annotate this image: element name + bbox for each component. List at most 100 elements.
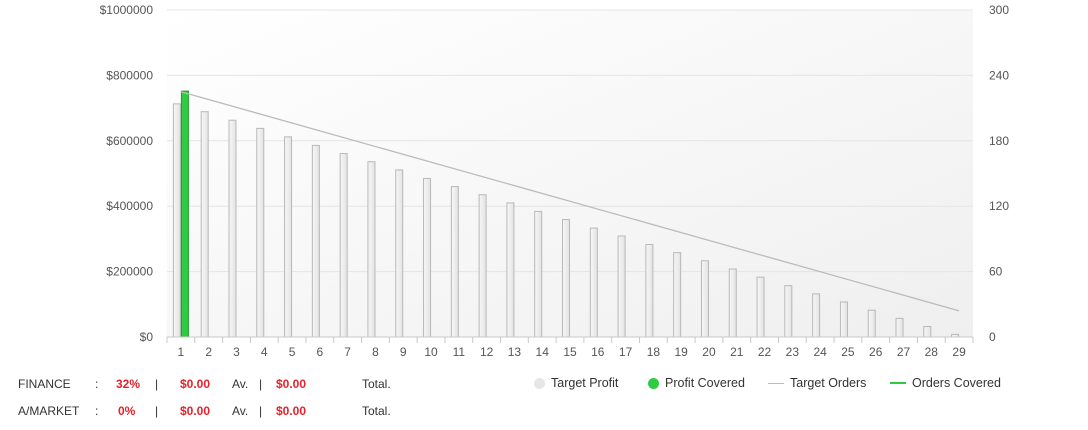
bar-target-profit: [172, 103, 181, 338]
summary-percent: 0%: [118, 404, 136, 418]
x-axis-tick-label: 26: [869, 345, 883, 359]
legend-item-target-orders[interactable]: Target Orders: [768, 376, 866, 390]
x-axis-tick-label: 23: [786, 345, 800, 359]
x-axis-tick-label: 28: [925, 345, 939, 359]
x-axis-tick-label: 25: [841, 345, 855, 359]
right-axis-tick-label: 0: [989, 330, 996, 344]
x-axis-tick-label: 21: [730, 345, 744, 359]
bar-target-profit: [923, 326, 932, 338]
bar-target-profit: [895, 317, 904, 338]
bar-target-profit: [395, 169, 404, 338]
x-axis-tick-label: 7: [344, 345, 351, 359]
summary-total-label: Total.: [362, 404, 391, 418]
x-axis-tick-label: 19: [674, 345, 688, 359]
summary-average-label: Av.: [232, 377, 249, 391]
left-axis-tick-label: $600000: [106, 134, 153, 148]
summary-separator: :: [95, 377, 99, 391]
x-axis-tick-label: 29: [952, 345, 966, 359]
bar-target-profit: [562, 219, 570, 338]
summary-percent: 32%: [116, 377, 141, 391]
x-axis: 1 2 3 4 5 6 7 8 9 10 11 12 13 14 15 16 17 18 19 20 21 22 23 24 2…: [166, 336, 974, 359]
right-axis-tick-label: 300: [989, 3, 1009, 17]
bar-target-profit: [311, 144, 320, 338]
right-y-axis: 300 240 180 120 60 0: [989, 3, 1009, 344]
bar-target-profit: [450, 186, 459, 338]
x-axis-tick-label: 9: [400, 345, 407, 359]
left-y-axis: $1000000 $800000 $600000 $400000 $200000 $0: [100, 3, 154, 344]
summary-name: FINANCE: [18, 377, 71, 391]
summary-pipe: |: [155, 377, 159, 391]
bar-target-profit: [756, 276, 765, 338]
left-axis-tick-label: $0: [140, 330, 154, 344]
legend-label: Orders Covered: [912, 376, 1001, 390]
bar-target-profit: [617, 235, 626, 338]
summary-average-label: Av.: [232, 404, 249, 418]
x-axis-tick-label: 6: [317, 345, 324, 359]
summary-amount-total: $0.00: [276, 404, 307, 418]
legend-label: Target Profit: [551, 376, 619, 390]
bar-target-profit: [700, 260, 709, 338]
left-axis-tick-label: $1000000: [100, 3, 154, 17]
x-axis-tick-label: 24: [813, 345, 827, 359]
right-axis-tick-label: 120: [989, 199, 1009, 213]
circle-icon: [648, 377, 659, 389]
x-axis-tick-label: 13: [508, 345, 522, 359]
x-axis-tick-label: 16: [591, 345, 605, 359]
bar-target-profit: [534, 210, 543, 338]
bar-target-profit: [645, 243, 654, 338]
left-axis-tick-label: $400000: [106, 199, 153, 213]
summary-pipe: |: [259, 377, 263, 391]
right-axis-tick-label: 60: [989, 265, 1003, 279]
x-axis-tick-label: 11: [453, 345, 466, 359]
summary-pipe: |: [155, 404, 159, 418]
bar-target-profit: [867, 309, 876, 338]
circle-icon: [534, 377, 545, 389]
bar-target-profit: [228, 119, 237, 338]
x-axis-tick-label: 2: [205, 345, 212, 359]
legend-item-profit-covered[interactable]: Profit Covered: [648, 376, 745, 390]
x-axis-tick-label: 15: [563, 345, 577, 359]
bar-target-profit: [589, 227, 598, 338]
summary-amount-average: $0.00: [180, 377, 211, 391]
legend-item-target-profit[interactable]: Target Profit: [534, 376, 618, 390]
chart: $1000000 $800000 $600000 $400000 $200000 $0 3…: [100, 3, 1010, 359]
bar-profit-covered: [180, 90, 189, 338]
bar-target-profit: [256, 127, 265, 338]
right-axis-tick-label: 240: [989, 68, 1009, 82]
x-axis-tick-label: 14: [536, 345, 550, 359]
bar-target-profit: [812, 293, 821, 338]
summary-total-label: Total.: [362, 377, 391, 391]
x-axis-tick-label: 5: [289, 345, 296, 359]
x-axis-tick-label: 20: [702, 345, 716, 359]
bar-target-profit: [423, 177, 432, 338]
bar-target-profit: [506, 202, 515, 338]
x-axis-tick-label: 10: [424, 345, 438, 359]
x-axis-tick-label: 27: [897, 345, 911, 359]
summary-amount-total: $0.00: [276, 377, 307, 391]
bar-target-profit: [728, 268, 737, 338]
legend-item-orders-covered[interactable]: Orders Covered: [890, 376, 1001, 390]
bar-target-profit: [673, 252, 682, 338]
x-axis-tick-label: 17: [619, 345, 633, 359]
bar-target-profit: [839, 301, 848, 338]
line-icon: [890, 382, 906, 384]
summary-row-amarket: A/MARKET : 0% | $0.00 Av. | $0.00 Total.: [0, 404, 480, 424]
bar-target-profit: [367, 161, 376, 338]
x-axis-tick-label: 1: [178, 345, 185, 359]
left-axis-tick-label: $200000: [106, 265, 153, 279]
x-axis-tick-label: 8: [372, 345, 379, 359]
legend-label: Profit Covered: [665, 376, 745, 390]
left-axis-tick-label: $800000: [106, 68, 153, 82]
summary-row-finance: FINANCE : 32% | $0.00 Av. | $0.00 Total.: [0, 377, 480, 397]
x-axis-tick-label: 18: [647, 345, 661, 359]
bar-target-profit: [284, 136, 293, 338]
line-icon: [768, 382, 784, 384]
x-axis-tick-label: 3: [233, 345, 240, 359]
bar-target-profit: [784, 285, 793, 338]
bar-target-profit: [200, 111, 209, 338]
x-axis-tick-label: 4: [261, 345, 268, 359]
x-axis-tick-label: 22: [758, 345, 772, 359]
bar-target-profit: [478, 194, 487, 338]
summary-separator: :: [95, 404, 99, 418]
bar-target-profit: [339, 153, 348, 338]
